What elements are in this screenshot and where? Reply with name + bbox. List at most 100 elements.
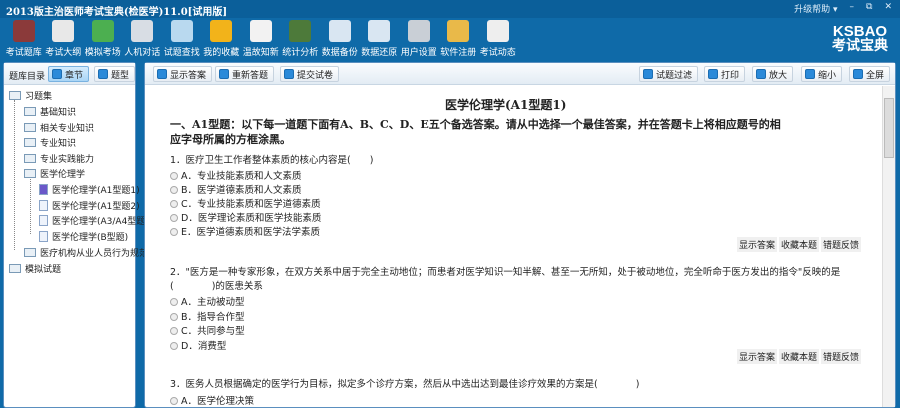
radio-button[interactable]	[170, 341, 178, 350]
answer-option-text: A．专业技能素质和人文素质	[181, 171, 302, 182]
toolbar-button[interactable]: 统计分析	[281, 20, 321, 58]
tree-item[interactable]: 医学伦理学(A3/A4型题)	[39, 214, 149, 227]
radio-button[interactable]	[170, 200, 178, 208]
toolbar-label: 数据还原	[361, 48, 398, 58]
toolbar-label: 考试大纲	[45, 48, 82, 58]
tree-item[interactable]: 医学伦理学(B型题)	[39, 230, 128, 243]
favorite-button[interactable]: 收藏本题	[779, 237, 820, 252]
radio-button[interactable]	[170, 186, 178, 194]
answer-option-text: D．医学理论素质和医学技能素质	[181, 213, 322, 224]
close-button[interactable]: ✕	[884, 2, 892, 15]
vertical-scrollbar[interactable]	[882, 86, 895, 407]
backup-icon	[328, 20, 351, 42]
label: 重新答题	[232, 70, 269, 81]
tree-item[interactable]: 专业实践能力	[24, 152, 94, 165]
answer-option[interactable]: D．医学理论素质和医学技能素质	[170, 210, 321, 224]
tree-item-label: 医学伦理学(B型题)	[52, 232, 129, 243]
show-answer-button[interactable]: 显示答案	[153, 66, 213, 82]
report-error-button[interactable]: 错题反馈	[821, 349, 862, 364]
catalog-panel: 题库目录 章节 题型 习题集基础知识相关专业知识专业知识专业实践能力医学伦理学医…	[3, 62, 149, 408]
toolbar-button[interactable]: 我的收藏	[202, 20, 242, 58]
answer-option[interactable]: C．共同参与型	[170, 323, 245, 337]
tree-item-label: 相关专业知识	[40, 123, 95, 134]
tree-item[interactable]: 医学伦理学(A1型题1)	[39, 183, 140, 196]
toolbar-label: 软件注册	[440, 48, 477, 58]
chat-icon	[131, 20, 154, 42]
filter-button[interactable]: 试题过滤	[639, 66, 699, 82]
answer-option[interactable]: A．医学伦理决策	[170, 393, 254, 407]
radio-button[interactable]	[170, 228, 178, 236]
tree-item[interactable]: 医学伦理学	[24, 167, 85, 180]
zoom-out-button[interactable]: 缩小	[801, 66, 843, 82]
toolbar-button[interactable]: 考试大纲	[44, 20, 84, 58]
tree-item-label: 医学伦理学(A3/A4型题)	[52, 217, 149, 227]
tab-question-type[interactable]: 题型	[94, 66, 136, 82]
radio-button[interactable]	[170, 312, 178, 321]
scrollbar-thumb[interactable]	[884, 98, 894, 158]
logo-cn: 考试宝典	[832, 38, 888, 54]
toolbar-button[interactable]: 考试动态	[478, 20, 518, 58]
tab-type-label: 题型	[111, 70, 130, 81]
filter-icon	[643, 69, 653, 79]
question-text-text: 3．医务人员根据确定的医学行为目标，拟定多个诊疗方案，然后从中选出达到最佳诊疗效…	[170, 379, 640, 390]
radio-button[interactable]	[170, 214, 178, 222]
question-text-text: 2．"医方是一种专家形象，在双方关系中居于完全主动地位；而患者对医学知识一知半解…	[170, 267, 841, 278]
refresh-icon	[219, 69, 229, 79]
toolbar-button[interactable]: 用户设置	[399, 20, 439, 58]
tree-item-label: 医学伦理学(A1型题1)	[52, 186, 140, 196]
toolbar-label: 考试题库	[5, 48, 42, 58]
fullscreen-button[interactable]: 全屏	[849, 66, 891, 82]
star-icon	[210, 20, 233, 42]
tree-item-label: 医学伦理学	[40, 170, 86, 180]
radio-button[interactable]	[170, 172, 178, 180]
toolbar-label: 用户设置	[400, 48, 437, 58]
restore-button[interactable]: ⧉	[866, 2, 872, 15]
tree-item[interactable]: 基础知识	[24, 105, 76, 118]
toolbar-button[interactable]: 数据备份	[320, 20, 360, 58]
catalog-header: 题库目录 章节 题型	[4, 63, 136, 85]
radio-button[interactable]	[170, 298, 178, 306]
toolbar-button[interactable]: 温故知新	[241, 20, 281, 58]
toolbar-button[interactable]: 考试题库	[4, 20, 44, 58]
tree-item[interactable]: 专业知识	[24, 136, 76, 149]
favorite-button[interactable]: 收藏本题	[779, 349, 820, 364]
answer-option[interactable]: B．指导合作型	[170, 309, 245, 323]
answer-option[interactable]: B．医学道德素质和人文素质	[170, 182, 302, 196]
tree-line	[30, 176, 31, 234]
toolbar-label: 统计分析	[282, 48, 319, 58]
report-error-button[interactable]: 错题反馈	[821, 237, 862, 252]
toolbar-button[interactable]: 试题查找	[162, 20, 202, 58]
folder-icon	[24, 153, 36, 163]
print-icon	[708, 69, 718, 79]
show-answer-button[interactable]: 显示答案	[737, 237, 778, 252]
logo-en: KSBAO	[832, 23, 888, 40]
zoom-in-button[interactable]: 放大	[752, 66, 794, 82]
help-menu[interactable]: 升级帮助 ▾	[794, 2, 837, 15]
tree-item[interactable]: 习题集	[9, 89, 52, 102]
toolbar-button[interactable]: 模拟考场	[83, 20, 123, 58]
answer-option[interactable]: A．主动被动型	[170, 294, 245, 308]
minimize-button[interactable]: –	[850, 2, 855, 15]
answer-option[interactable]: C．专业技能素质和医学道德素质	[170, 196, 321, 210]
answer-option-text: A．主动被动型	[181, 297, 245, 308]
toolbar-button[interactable]: 人机对话	[123, 20, 163, 58]
hammer-icon	[407, 20, 430, 42]
tree-item[interactable]: 医疗机构从业人员行为规范	[24, 246, 148, 259]
tree-item[interactable]: 医学伦理学(A1型题2)	[39, 199, 140, 212]
toolbar-button[interactable]: 数据还原	[360, 20, 400, 58]
tree-item[interactable]: 相关专业知识	[24, 121, 94, 134]
folder-icon	[24, 138, 36, 147]
radio-button[interactable]	[170, 397, 178, 405]
redo-button[interactable]: 重新答题	[215, 66, 275, 82]
answer-option[interactable]: E．医学道德素质和医学法学素质	[170, 224, 320, 238]
radio-button[interactable]	[170, 327, 178, 335]
show-answer-button[interactable]: 显示答案	[737, 349, 778, 364]
toolbar-button[interactable]: 软件注册	[439, 20, 479, 58]
tree-item-label: 基础知识	[40, 108, 77, 118]
answer-option[interactable]: A．专业技能素质和人文素质	[170, 168, 302, 182]
tree-item[interactable]: 模拟试题	[9, 262, 61, 275]
answer-option[interactable]: D．消费型	[170, 338, 226, 352]
tab-chapter[interactable]: 章节	[48, 66, 90, 82]
print-button[interactable]: 打印	[704, 66, 746, 82]
submit-button[interactable]: 提交试卷	[280, 66, 340, 82]
